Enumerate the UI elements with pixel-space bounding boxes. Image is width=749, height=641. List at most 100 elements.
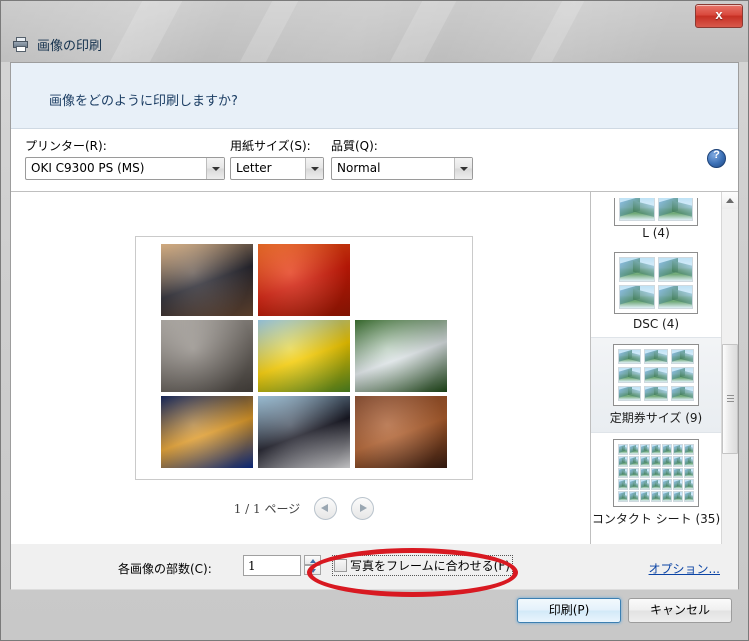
photo-grid — [161, 244, 449, 474]
photo-shading — [161, 244, 253, 316]
layout-item-1[interactable]: DSC (4) — [591, 246, 721, 337]
layout-caption: コンタクト シート (35) — [591, 512, 721, 526]
layout-cell — [618, 491, 628, 502]
quality-value: Normal — [337, 161, 381, 175]
layout-cell — [651, 467, 661, 479]
options-link[interactable]: オプション... — [649, 560, 720, 577]
layout-thumbnail — [614, 198, 698, 226]
printer-label: プリンター(R): — [25, 139, 107, 153]
help-icon[interactable] — [707, 149, 726, 168]
scrollbar-thumb[interactable] — [722, 344, 738, 454]
photo-shading — [258, 396, 350, 468]
layout-cell — [673, 479, 683, 491]
layout-item-0[interactable]: L (4) — [591, 192, 721, 246]
layout-cell — [657, 284, 693, 309]
printer-value: OKI C9300 PS (MS) — [31, 161, 145, 175]
layout-cell — [673, 491, 683, 502]
chevron-down-icon[interactable] — [305, 158, 323, 179]
layout-cell — [684, 455, 694, 467]
layout-cell — [673, 467, 683, 479]
layout-cell — [644, 385, 668, 401]
copies-label: 各画像の部数(C): — [118, 562, 212, 576]
layout-item-3[interactable]: コンタクト シート (35) — [591, 433, 721, 533]
layout-cell — [670, 367, 694, 383]
layout-cell — [640, 479, 650, 491]
layout-caption: 定期券サイズ (9) — [609, 411, 703, 425]
printer-select[interactable]: OKI C9300 PS (MS) — [25, 157, 225, 180]
preview-photo-lighthouse — [161, 244, 253, 316]
fit-to-frame-checkbox[interactable] — [334, 559, 347, 572]
scroll-up-button[interactable] — [722, 192, 738, 209]
stepper-up-icon[interactable] — [304, 555, 321, 565]
dialog-footer: 印刷(P) キャンセル — [10, 590, 739, 633]
title-bar: x 画像の印刷 — [1, 1, 748, 62]
layout-cell — [651, 455, 661, 467]
chevron-down-icon[interactable] — [206, 158, 224, 179]
layout-cell — [618, 467, 628, 479]
layout-item-2[interactable]: 定期券サイズ (9) — [591, 337, 721, 433]
copies-input[interactable] — [243, 555, 301, 576]
layout-cell — [684, 467, 694, 479]
printer-icon — [13, 37, 29, 52]
titlebar-streak — [89, 1, 193, 62]
preview-photo-penguins — [258, 396, 350, 468]
layout-cell — [629, 467, 639, 479]
layout-list[interactable]: L (4) DSC (4) 定期券サイズ (9) コンタクト シート (35) — [591, 192, 721, 581]
paper-size-value: Letter — [236, 161, 272, 175]
layout-thumbnail — [613, 344, 699, 406]
photo-shading — [355, 396, 447, 468]
layout-cell — [618, 367, 642, 383]
preview-photo-jellyfish — [161, 396, 253, 468]
layout-cell — [618, 349, 642, 365]
photo-shading — [355, 320, 447, 392]
layout-cell — [651, 444, 661, 455]
layout-cell — [640, 491, 650, 502]
dialog-content: 画像をどのように印刷しますか? プリンター(R): OKI C9300 PS (… — [10, 62, 739, 582]
photo-shading — [161, 396, 253, 468]
banner-question: 画像をどのように印刷しますか? — [49, 94, 238, 109]
quality-select[interactable]: Normal — [331, 157, 473, 180]
layout-cell — [657, 198, 693, 221]
layout-cell — [657, 257, 693, 282]
copies-stepper[interactable] — [304, 555, 321, 576]
layout-cell — [662, 467, 672, 479]
preview-photo-desert-butte — [355, 396, 447, 468]
scrollbar-grip — [727, 395, 734, 404]
print-button[interactable]: 印刷(P) — [517, 598, 621, 623]
layout-cell — [619, 284, 655, 309]
preview-photo-hydrangea — [355, 320, 447, 392]
page-navigation: 1 / 1 ページ — [135, 497, 473, 520]
window-title: 画像の印刷 — [37, 39, 103, 54]
next-page-button[interactable] — [351, 497, 375, 520]
close-icon: x — [715, 7, 723, 22]
fit-to-frame-checkbox-row[interactable]: 写真をフレームに合わせる(F) — [332, 555, 513, 576]
preview-pane: 1 / 1 ページ — [11, 192, 590, 581]
layout-scrollbar[interactable] — [721, 192, 738, 581]
cancel-button[interactable]: キャンセル — [628, 598, 732, 623]
chevron-down-icon[interactable] — [454, 158, 472, 179]
previous-page-button[interactable] — [314, 497, 338, 520]
layout-cell — [684, 479, 694, 491]
layout-cell — [618, 385, 642, 401]
banner: 画像をどのように印刷しますか? — [11, 63, 738, 129]
layout-cell — [618, 444, 628, 455]
layout-thumbnail-clip — [614, 198, 698, 226]
layout-cell — [684, 491, 694, 502]
layout-cell — [629, 455, 639, 467]
titlebar-streak — [509, 1, 595, 62]
preview-photo-red-chrysanthemum — [258, 244, 350, 316]
photo-shading — [161, 320, 253, 392]
paper-size-select[interactable]: Letter — [230, 157, 324, 180]
layout-cell — [651, 491, 661, 502]
photo-shading — [258, 244, 350, 316]
layout-cell — [619, 198, 655, 221]
layout-cell — [670, 349, 694, 365]
close-button[interactable]: x — [695, 4, 743, 28]
stepper-down-icon[interactable] — [304, 565, 321, 575]
options-bar: 各画像の部数(C): 写真をフレームに合わせる(F) オプション... — [10, 544, 739, 590]
preview-photo-empty-slot — [355, 244, 447, 316]
page-preview-sheet — [135, 236, 473, 480]
photo-shading — [258, 320, 350, 392]
quality-label: 品質(Q): — [331, 139, 378, 153]
fit-to-frame-label[interactable]: 写真をフレームに合わせる(F) — [350, 557, 510, 574]
